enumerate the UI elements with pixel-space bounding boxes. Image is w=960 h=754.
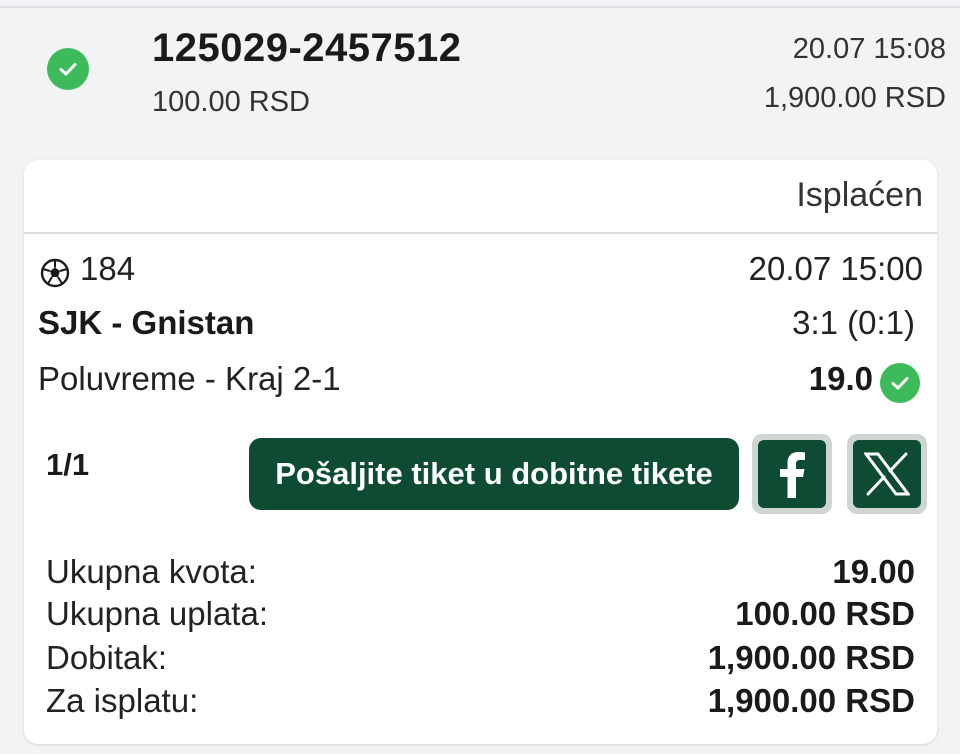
event-score: 3:1 (0:1) (792, 304, 915, 341)
soccer-ball-icon (40, 258, 70, 288)
ticket-win-amount: 1,900.00 RSD (763, 82, 946, 114)
ticket-id: 125029-2457512 (152, 26, 462, 70)
ticket-stake: 100.00 RSD (152, 86, 310, 118)
summary-label-total-odds: Ukupna kvota: (46, 553, 257, 590)
summary-value-payout: 1,900.00 RSD (707, 682, 915, 719)
page-count: 1/1 (46, 447, 90, 482)
share-winning-ticket-button[interactable]: Pošaljite tiket u dobitne tikete (249, 438, 739, 510)
x-share-button[interactable] (847, 434, 927, 514)
summary-label-total-stake: Ukupna uplata: (46, 595, 268, 632)
summary-value-winnings: 1,900.00 RSD (707, 639, 915, 676)
summary-value-total-stake: 100.00 RSD (735, 595, 915, 632)
ticket-status: Isplaćen (796, 176, 923, 214)
x-icon (864, 452, 910, 496)
summary-label-winnings: Dobitak: (46, 639, 168, 676)
facebook-icon (780, 452, 805, 498)
check-circle-icon (47, 48, 89, 90)
check-circle-icon (880, 363, 920, 403)
card-divider (24, 232, 937, 234)
event-odds: 19.0 (808, 360, 873, 397)
summary-label-payout: Za isplatu: (46, 682, 199, 719)
summary-value-total-odds: 19.00 (832, 553, 915, 590)
ticket-header[interactable]: 125029-2457512 100.00 RSD 20.07 15:08 1,… (0, 0, 960, 150)
event-bet-type: Poluvreme - Kraj 2-1 (38, 360, 341, 397)
ticket-date: 20.07 15:08 (792, 33, 946, 65)
ticket-detail-card: Isplaćen 184 20.07 15:00 SJK - Gnistan 3… (24, 160, 937, 744)
event-code: 184 (80, 250, 136, 287)
facebook-share-button[interactable] (752, 434, 832, 514)
event-match: SJK - Gnistan (38, 304, 255, 341)
event-datetime: 20.07 15:00 (748, 250, 923, 287)
